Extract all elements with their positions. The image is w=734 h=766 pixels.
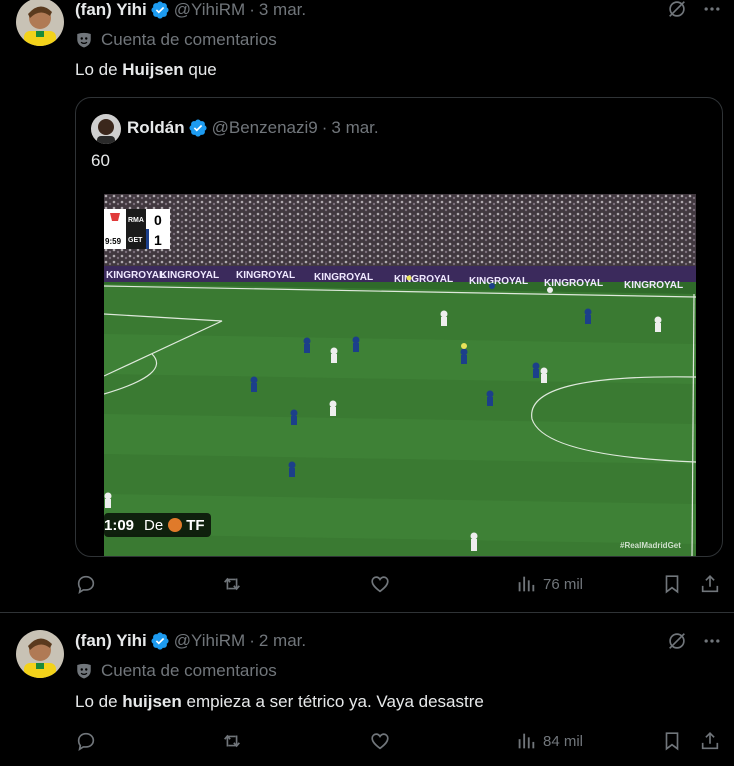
tweet-text-prefix: Lo de <box>75 692 123 711</box>
scoreboard-score2: 1 <box>154 232 162 248</box>
views-button[interactable]: 84 mil <box>515 730 583 752</box>
like-button[interactable] <box>369 730 391 752</box>
like-icon <box>371 576 389 593</box>
ad-board-text: KINGROYAL <box>544 278 603 289</box>
handle[interactable]: @Benzenazi9 <box>212 118 318 138</box>
quoted-tweet-text: 60 <box>91 151 110 170</box>
video-frame: KINGROYAL KINGROYAL KINGROYAL KINGROYAL … <box>104 194 696 556</box>
video-time: 1:09 <box>104 516 135 534</box>
ad-board-text: KINGROYAL <box>106 270 165 281</box>
like-icon <box>371 733 389 750</box>
separator: · <box>249 631 255 650</box>
share-icon <box>701 732 719 750</box>
avatar[interactable] <box>16 0 64 46</box>
tweet-text-bold: huijsen <box>122 692 182 711</box>
views-count: 76 mil <box>543 575 584 593</box>
reply-button[interactable] <box>75 573 97 595</box>
ad-board-text: KINGROYAL <box>236 270 295 281</box>
video-badge: 1:09 De TF <box>104 513 211 537</box>
from-source[interactable]: TF <box>186 517 204 534</box>
share-button[interactable] <box>699 573 721 595</box>
bookmark-button[interactable] <box>661 573 683 595</box>
scoreboard-team1: RMA <box>128 217 144 224</box>
views-count: 84 mil <box>543 732 584 750</box>
community-icon <box>77 663 91 679</box>
display-name[interactable]: Roldán <box>127 118 185 138</box>
community-text: Cuenta de comentarios <box>101 661 277 680</box>
quoted-tweet[interactable]: Roldán @Benzenazi9 · 3 mar. 60 KINGROYAL… <box>75 97 723 557</box>
verified-icon <box>150 0 170 20</box>
scoreboard-team2: GET <box>128 237 143 244</box>
views-icon <box>518 576 535 592</box>
handle[interactable]: @YihiRM <box>174 0 245 20</box>
timestamp[interactable]: 3 mar. <box>259 0 306 20</box>
tweet[interactable]: (fan) Yihi @YihiRM · 3 mar. Cuenta de co… <box>0 0 734 612</box>
repost-button[interactable] <box>221 573 243 595</box>
ad-board-text: KINGROYAL <box>314 272 373 283</box>
reply-button[interactable] <box>75 730 97 752</box>
separator: · <box>249 0 255 19</box>
like-button[interactable] <box>369 573 391 595</box>
ad-board-text: KINGROYAL <box>394 274 453 285</box>
tweet-actions: 84 mil <box>75 730 725 754</box>
verified-icon <box>188 118 208 138</box>
scoreboard: RMA GET 0 1 9:59 <box>104 209 170 249</box>
views-button[interactable]: 76 mil <box>515 573 583 595</box>
reply-icon <box>77 575 95 594</box>
more-icon[interactable] <box>702 631 722 656</box>
display-name[interactable]: (fan) Yihi <box>75 0 147 20</box>
match-clock: 9:59 <box>105 237 122 246</box>
display-name[interactable]: (fan) Yihi <box>75 631 147 651</box>
tweet-text: Lo de huijsen empieza a ser tétrico ya. … <box>75 691 484 713</box>
tweet-text: Lo de Huijsen que <box>75 59 217 81</box>
ad-board-text: KINGROYAL <box>624 280 683 291</box>
verified-icon <box>150 631 170 651</box>
from-label: De <box>144 516 164 534</box>
tweet-text-suffix: que <box>183 60 217 79</box>
community-icon <box>77 32 91 48</box>
ad-board-text: KINGROYAL <box>160 270 219 281</box>
repost-icon <box>224 734 240 748</box>
grok-icon[interactable] <box>666 630 688 657</box>
tweet[interactable]: (fan) Yihi @YihiRM · 2 mar. Cuenta de co… <box>0 613 734 766</box>
avatar[interactable] <box>16 630 64 678</box>
community-text: Cuenta de comentarios <box>101 30 277 49</box>
handle[interactable]: @YihiRM <box>174 631 245 651</box>
share-icon <box>701 575 719 593</box>
tweet-text-suffix: empieza a ser tétrico ya. Vaya desastre <box>181 692 484 711</box>
video-player[interactable]: KINGROYAL KINGROYAL KINGROYAL KINGROYAL … <box>104 194 696 556</box>
watermark: #RealMadridGet <box>620 541 681 550</box>
bookmark-button[interactable] <box>661 730 683 752</box>
timestamp[interactable]: 3 mar. <box>331 118 378 138</box>
share-button[interactable] <box>699 730 721 752</box>
repost-button[interactable] <box>221 730 243 752</box>
source-avatar-icon <box>168 518 183 532</box>
community-label[interactable]: Cuenta de comentarios <box>75 660 277 682</box>
avatar[interactable] <box>91 114 121 144</box>
ad-board-text: KINGROYAL <box>469 276 528 287</box>
community-label[interactable]: Cuenta de comentarios <box>75 29 277 51</box>
grok-icon[interactable] <box>666 0 688 25</box>
tweet-text-prefix: Lo de <box>75 60 123 79</box>
bookmark-icon <box>665 575 679 594</box>
separator: · <box>321 118 328 137</box>
bookmark-icon <box>665 732 679 751</box>
tweet-text-bold: Huijsen <box>122 60 184 79</box>
repost-icon <box>224 577 240 591</box>
scoreboard-score1: 0 <box>154 212 162 228</box>
reply-icon <box>77 732 95 751</box>
views-icon <box>518 733 535 749</box>
timestamp[interactable]: 2 mar. <box>259 631 306 651</box>
more-icon[interactable] <box>702 0 722 24</box>
tweet-actions: 76 mil <box>75 573 725 597</box>
